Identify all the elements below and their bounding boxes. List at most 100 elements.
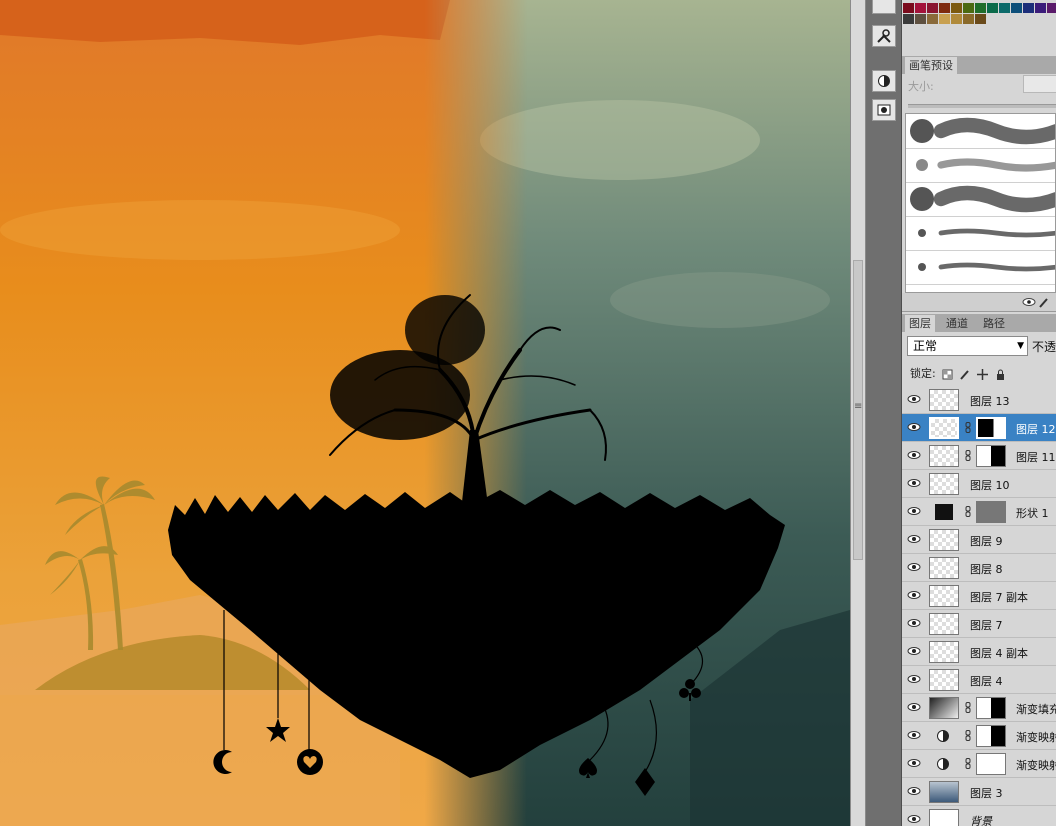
- lock-position-icon[interactable]: [977, 368, 989, 380]
- layer-mask-thumbnail[interactable]: [976, 501, 1006, 523]
- brush-preset-row[interactable]: [906, 148, 1055, 183]
- layer-mask-thumbnail[interactable]: [976, 697, 1006, 719]
- swatch[interactable]: [903, 14, 914, 24]
- layer-row[interactable]: 图层 13: [902, 386, 1056, 414]
- eye-icon[interactable]: [907, 618, 921, 628]
- chain-link-icon[interactable]: [965, 730, 971, 741]
- eye-icon[interactable]: [907, 450, 921, 460]
- chain-link-icon[interactable]: [965, 758, 971, 769]
- brush-preset-row[interactable]: [906, 250, 1055, 285]
- eye-icon[interactable]: [907, 786, 921, 796]
- brush-size-slider[interactable]: [908, 104, 1056, 108]
- eye-icon[interactable]: [907, 702, 921, 712]
- brush-preset-row[interactable]: [906, 216, 1055, 251]
- layer-thumbnail[interactable]: [929, 781, 959, 803]
- eye-icon[interactable]: [907, 562, 921, 572]
- layer-row[interactable]: 形状 1: [902, 498, 1056, 526]
- document-canvas[interactable]: [0, 0, 850, 826]
- layer-mask-thumbnail[interactable]: [976, 725, 1006, 747]
- swatch[interactable]: [927, 14, 938, 24]
- tab-paths[interactable]: 路径: [979, 315, 1009, 332]
- layer-row[interactable]: 渐变填充: [902, 694, 1056, 722]
- eye-icon[interactable]: [907, 394, 921, 404]
- lock-all-icon[interactable]: [995, 369, 1006, 380]
- swatches-panel[interactable]: [902, 0, 1056, 28]
- swatch[interactable]: [975, 3, 986, 13]
- chain-link-icon[interactable]: [965, 702, 971, 713]
- swatch[interactable]: [1035, 3, 1046, 13]
- eye-preview-icon[interactable]: [1022, 297, 1036, 307]
- eye-icon[interactable]: [907, 422, 921, 432]
- panel-divider[interactable]: ≡: [850, 0, 866, 826]
- swatch[interactable]: [915, 3, 926, 13]
- swatch[interactable]: [1011, 3, 1022, 13]
- layer-thumbnail[interactable]: [929, 641, 959, 663]
- layer-thumbnail[interactable]: [933, 753, 953, 775]
- layer-row[interactable]: 图层 9: [902, 526, 1056, 554]
- quick-mask-button[interactable]: [872, 99, 896, 121]
- lock-pixels-icon[interactable]: [959, 369, 971, 380]
- layer-thumbnail[interactable]: [929, 529, 959, 551]
- eye-icon[interactable]: [907, 646, 921, 656]
- layer-thumbnail[interactable]: [935, 504, 953, 520]
- layer-thumbnail[interactable]: [933, 725, 953, 747]
- layer-row[interactable]: 图层 7: [902, 610, 1056, 638]
- eye-icon[interactable]: [907, 478, 921, 488]
- top-tool-button[interactable]: [872, 0, 896, 14]
- layer-thumbnail[interactable]: [929, 389, 959, 411]
- chain-link-icon[interactable]: [965, 422, 971, 433]
- blend-mode-select[interactable]: 正常 ▼: [907, 336, 1028, 356]
- eye-icon[interactable]: [907, 534, 921, 544]
- layer-thumbnail[interactable]: [929, 585, 959, 607]
- layer-mask-thumbnail[interactable]: [976, 753, 1006, 775]
- lock-transparency-icon[interactable]: [942, 369, 953, 380]
- layer-thumbnail[interactable]: [929, 613, 959, 635]
- tab-channels[interactable]: 通道: [942, 315, 972, 332]
- eye-icon[interactable]: [907, 590, 921, 600]
- brush-icon[interactable]: [1038, 296, 1050, 308]
- layer-thumbnail[interactable]: [929, 473, 959, 495]
- chain-link-icon[interactable]: [965, 450, 971, 461]
- chain-link-icon[interactable]: [965, 506, 971, 517]
- layer-row[interactable]: 渐变映射: [902, 750, 1056, 778]
- layer-mask-thumbnail[interactable]: [976, 445, 1006, 467]
- layer-thumbnail[interactable]: [929, 809, 959, 826]
- layer-row[interactable]: 图层 8: [902, 554, 1056, 582]
- eye-icon[interactable]: [907, 506, 921, 516]
- layer-row[interactable]: 渐变映射: [902, 722, 1056, 750]
- layer-row[interactable]: 图层 11: [902, 442, 1056, 470]
- layer-row[interactable]: 图层 3: [902, 778, 1056, 806]
- tab-layers[interactable]: 图层: [905, 315, 935, 332]
- brush-preset-row[interactable]: [906, 182, 1055, 217]
- swatch[interactable]: [987, 3, 998, 13]
- tab-brush-presets[interactable]: 画笔预设: [905, 57, 957, 74]
- brush-preset-list[interactable]: [905, 113, 1056, 293]
- swatch[interactable]: [963, 3, 974, 13]
- swatch[interactable]: [927, 3, 938, 13]
- swatch[interactable]: [915, 14, 926, 24]
- eye-icon[interactable]: [907, 674, 921, 684]
- swatch[interactable]: [999, 3, 1010, 13]
- eye-icon[interactable]: [907, 730, 921, 740]
- swatch[interactable]: [939, 14, 950, 24]
- swatch[interactable]: [951, 14, 962, 24]
- layer-row[interactable]: 图层 4: [902, 666, 1056, 694]
- swatch[interactable]: [1047, 3, 1056, 13]
- swatch[interactable]: [903, 3, 914, 13]
- layer-row[interactable]: 图层 4 副本: [902, 638, 1056, 666]
- brush-preset-row[interactable]: [906, 284, 1055, 292]
- swatch[interactable]: [975, 14, 986, 24]
- layer-row[interactable]: 图层 10: [902, 470, 1056, 498]
- swatch[interactable]: [1023, 3, 1034, 13]
- layer-mask-thumbnail[interactable]: [976, 417, 1006, 439]
- brush-preset-row[interactable]: [906, 114, 1055, 149]
- eye-icon[interactable]: [907, 814, 921, 824]
- layer-thumbnail[interactable]: [929, 417, 959, 439]
- resize-grip-icon[interactable]: ≡: [854, 402, 862, 417]
- adjustments-button[interactable]: [872, 70, 896, 92]
- layer-row[interactable]: 背景: [902, 806, 1056, 826]
- swatch[interactable]: [939, 3, 950, 13]
- swatch[interactable]: [963, 14, 974, 24]
- tools-button[interactable]: [872, 25, 896, 47]
- layer-thumbnail[interactable]: [929, 697, 959, 719]
